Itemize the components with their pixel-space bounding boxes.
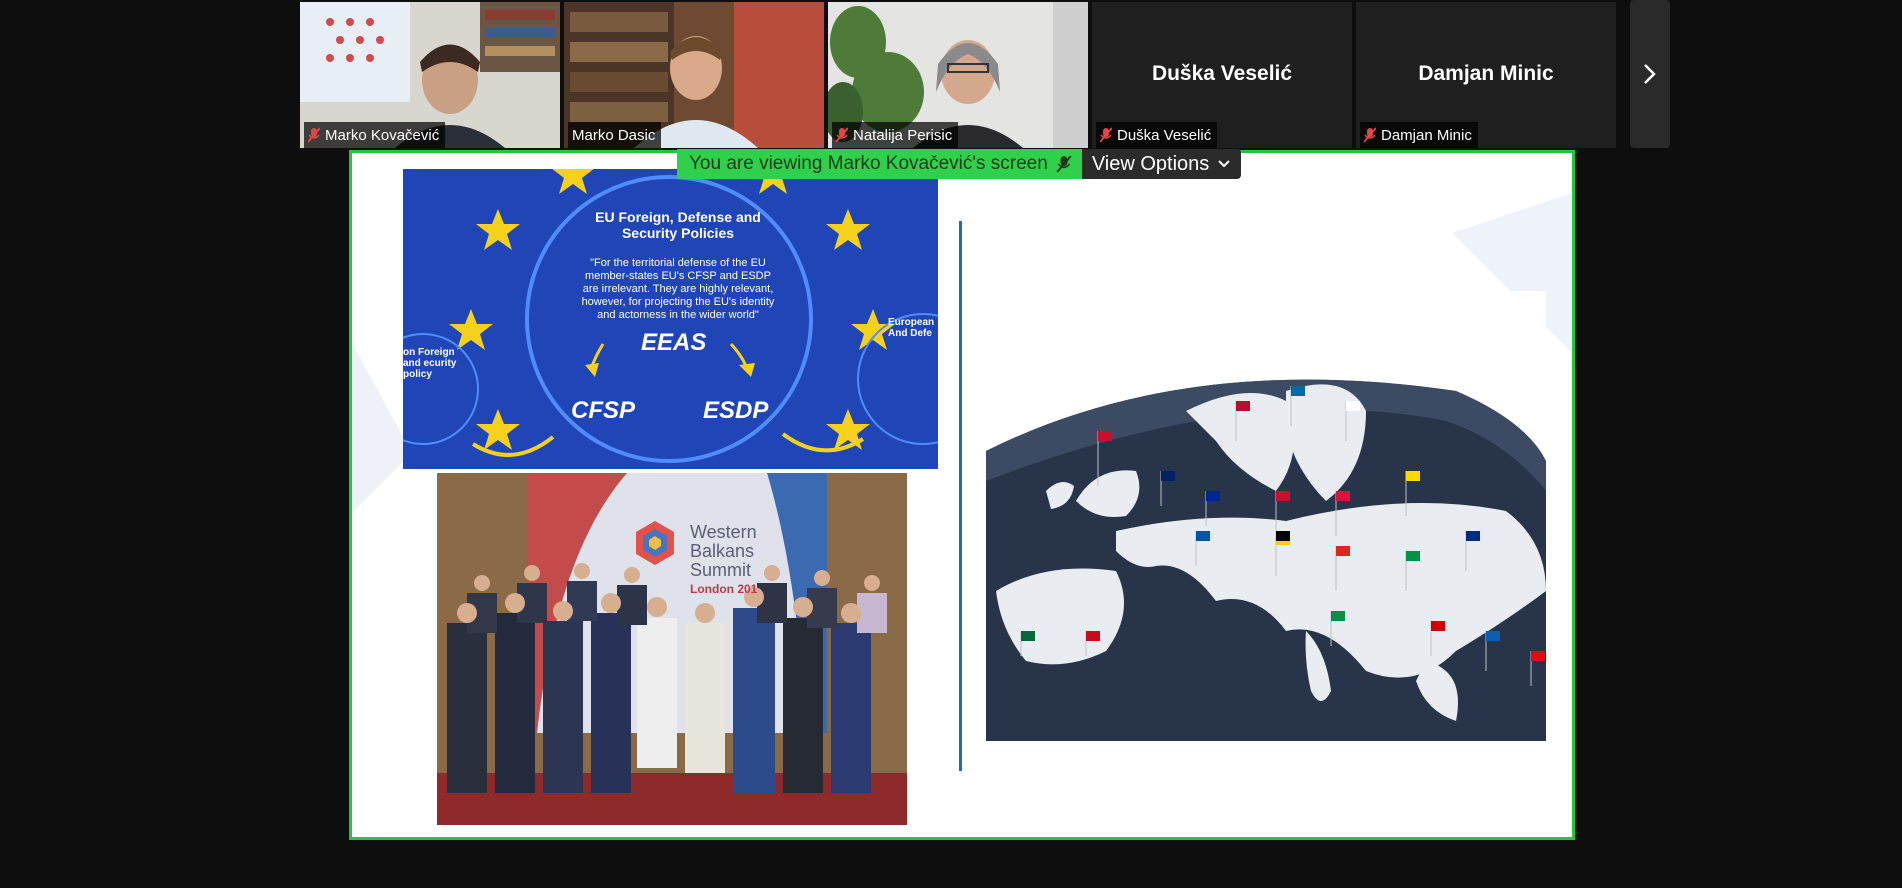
participant-name-label: Marko Kovačević <box>304 122 446 148</box>
slide-title: EU Foreign, Defense and Security Policie… <box>595 209 761 241</box>
slide-divider <box>959 221 962 771</box>
shared-screen: EU Foreign, Defense and Security Policie… <box>349 150 1575 840</box>
summit-logo-text: Western Balkans Summit <box>690 523 757 580</box>
participant-display-name: Damjan Minic <box>1418 62 1554 85</box>
participant-tile-damjan-minic[interactable]: Damjan Minic Damjan Minic <box>1356 2 1616 148</box>
eu-policies-slide-image: EU Foreign, Defense and Security Policie… <box>403 169 938 469</box>
summit-subtitle: London 201 <box>690 582 758 596</box>
view-options-button[interactable]: View Options <box>1081 149 1242 179</box>
summit-line-1: Western <box>690 522 757 542</box>
europe-map-graphic <box>986 379 1546 741</box>
next-page-button[interactable] <box>1630 0 1670 148</box>
label-cfsp: CFSP <box>571 397 636 424</box>
mic-muted-icon <box>836 127 848 143</box>
viewing-status: You are viewing Marko Kovačević's screen <box>677 149 1082 179</box>
screen-share-banner: You are viewing Marko Kovačević's screen… <box>677 149 1242 179</box>
western-balkans-summit-photo: Western Balkans Summit London 201 <box>437 473 907 825</box>
summit-line-2: Balkans <box>690 541 755 561</box>
participant-tile-duska-veselic[interactable]: Duška Veselić Duška Veselić <box>1092 2 1352 148</box>
view-options-label: View Options <box>1091 152 1210 175</box>
participant-tile-natalija-perisic[interactable]: Natalija Perisic <box>828 2 1088 148</box>
participant-tile-marko-kovacevic[interactable]: Marko Kovačević <box>300 2 560 148</box>
right-side-heading: European And Defe <box>888 317 935 339</box>
summit-line-3: Summit <box>690 560 752 580</box>
summit-photo-graphic <box>437 473 907 825</box>
slide-quote: "For the territorial defense of the EU m… <box>581 257 775 321</box>
chevron-right-icon <box>1644 64 1656 84</box>
label-esdp: ESDP <box>703 397 769 424</box>
participant-name: Duška Veselić <box>1117 126 1212 144</box>
participant-display-name: Duška Veselić <box>1151 62 1293 85</box>
participant-name: Marko Dasic <box>572 126 656 144</box>
mic-muted-icon <box>1364 127 1376 143</box>
participant-name-label: Damjan Minic <box>1360 122 1478 148</box>
mic-muted-icon <box>308 127 320 143</box>
mic-muted-icon <box>1100 127 1112 143</box>
mic-muted-icon <box>1056 155 1072 173</box>
participant-name: Natalija Perisic <box>853 126 953 144</box>
europe-flags-map-image <box>986 291 1546 741</box>
left-side-heading: on Foreign and ecurity policy <box>403 347 457 380</box>
participant-name-label: Duška Veselić <box>1096 122 1218 148</box>
label-eeas: EEAS <box>641 329 707 356</box>
participant-tile-marko-dasic[interactable]: Marko Dasic <box>564 2 824 148</box>
participant-name-label: Natalija Perisic <box>832 122 959 148</box>
participant-name: Marko Kovačević <box>325 126 440 144</box>
participant-name-label: Marko Dasic <box>568 122 662 148</box>
participant-name: Damjan Minic <box>1381 126 1472 144</box>
chevron-down-icon <box>1218 160 1231 168</box>
viewing-text: You are viewing Marko Kovačević's screen <box>689 153 1048 174</box>
